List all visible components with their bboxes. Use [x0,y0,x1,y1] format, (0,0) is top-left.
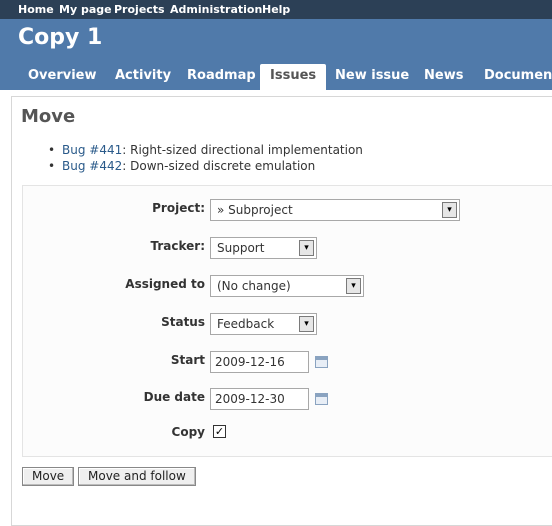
due-date-input[interactable] [210,388,309,410]
start-label: Start [170,353,205,367]
tracker-label: Tracker: [150,239,205,253]
start-date-input[interactable] [210,351,309,373]
issue-separator: : [122,159,127,173]
issue-list: • Bug #441: Right-sized directional imple… [48,142,363,174]
project-row: Project: » Subproject ▾ [23,199,552,221]
move-form-box: Project: » Subproject ▾ Tracker: Support… [22,185,552,457]
status-row: Status Feedback ▾ [23,313,552,335]
tracker-select[interactable]: Support ▾ [210,237,317,259]
list-bullet: • [48,159,56,173]
issue-link[interactable]: Bug #441 [62,143,122,157]
project-select-value: » Subproject [217,203,293,217]
project-label: Project: [152,201,205,215]
chevron-down-icon: ▾ [346,278,361,294]
issue-link[interactable]: Bug #442 [62,159,122,173]
main-menu: Overview Activity Roadmap Issues New iss… [0,64,552,90]
top-menu-home[interactable]: Home [18,3,54,16]
top-menu-help[interactable]: Help [262,3,290,16]
due-date-label: Due date [143,390,205,404]
status-label: Status [161,315,205,329]
calendar-icon[interactable] [315,356,328,368]
page-title: Move [21,106,76,127]
issue-separator: : [122,143,127,157]
chevron-down-icon: ▾ [442,202,457,218]
tracker-select-value: Support [217,241,265,255]
copy-checkbox[interactable]: ✓ [213,425,226,438]
top-menu-projects[interactable]: Projects [114,3,165,16]
issue-subject: Down-sized discrete emulation [130,159,316,173]
tab-news[interactable]: News [414,64,473,90]
move-button[interactable]: Move [22,467,75,486]
assigned-to-select-value: (No change) [217,279,291,293]
status-select-value: Feedback [217,317,275,331]
calendar-icon[interactable] [315,393,328,405]
tab-documents[interactable]: Documents [474,64,552,90]
header: Copy 1 Overview Activity Roadmap Issues … [0,19,552,90]
top-menu-administration[interactable]: Administration [170,3,262,16]
tab-overview[interactable]: Overview [18,64,107,90]
issue-subject: Right-sized directional implementation [130,143,363,157]
due-date-row: Due date [23,388,552,410]
copy-row: Copy ✓ [23,423,552,445]
list-item: • Bug #441: Right-sized directional imple… [48,142,363,158]
chevron-down-icon: ▾ [299,240,314,256]
move-and-follow-button[interactable]: Move and follow [78,467,196,486]
tab-new-issue[interactable]: New issue [325,64,419,90]
list-bullet: • [48,143,56,157]
top-menu: Home My page Projects Administration Hel… [0,0,552,19]
tracker-row: Tracker: Support ▾ [23,237,552,259]
start-row: Start [23,351,552,373]
project-title: Copy 1 [18,25,103,50]
tab-issues[interactable]: Issues [260,64,327,90]
assigned-to-select[interactable]: (No change) ▾ [210,275,364,297]
project-select[interactable]: » Subproject ▾ [210,199,460,221]
assigned-to-row: Assigned to (No change) ▾ [23,275,552,297]
top-menu-my-page[interactable]: My page [59,3,112,16]
list-item: • Bug #442: Down-sized discrete emulation [48,158,363,174]
assigned-to-label: Assigned to [125,277,205,291]
copy-label: Copy [171,425,205,439]
status-select[interactable]: Feedback ▾ [210,313,317,335]
chevron-down-icon: ▾ [299,316,314,332]
tab-roadmap[interactable]: Roadmap [177,64,266,90]
tab-activity[interactable]: Activity [105,64,181,90]
